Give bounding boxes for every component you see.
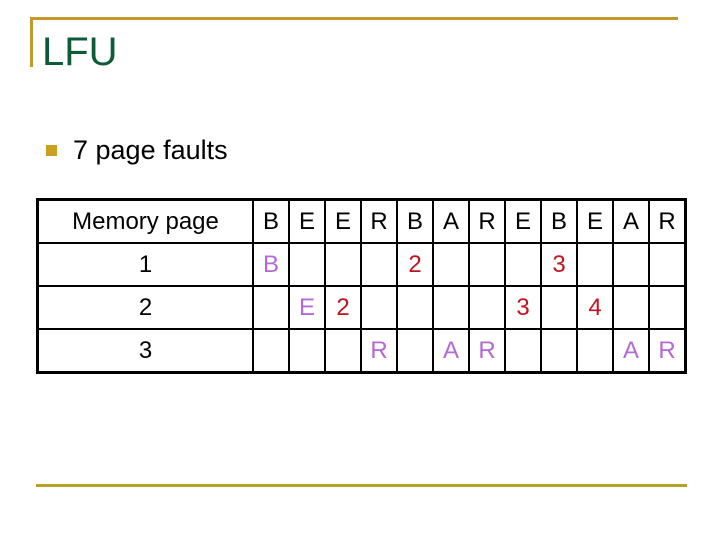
frame-label: 1 — [36, 242, 254, 287]
frame-cell — [612, 285, 650, 330]
frame-cell — [504, 328, 542, 374]
reference-cell: E — [504, 198, 542, 244]
reference-cell: E — [576, 198, 614, 244]
frame-cell — [648, 242, 687, 287]
frame-cell — [288, 328, 326, 374]
reference-cell: A — [432, 198, 470, 244]
frame-cell: R — [360, 328, 398, 374]
frame-cell: A — [612, 328, 650, 374]
frame-row: 1B 2 3 — [36, 242, 687, 287]
frame-cell — [360, 285, 398, 330]
reference-cell: R — [360, 198, 398, 244]
frame-cell — [432, 285, 470, 330]
frame-row: 2E2 34 — [36, 285, 687, 330]
bullet-item: 7 page faults — [46, 134, 228, 166]
frame-cell — [468, 242, 506, 287]
frame-cell — [396, 285, 434, 330]
frame-cell: A — [432, 328, 470, 374]
frame-cell — [504, 242, 542, 287]
frame-cell — [576, 242, 614, 287]
frame-cell: R — [468, 328, 506, 374]
title-top-rule — [30, 17, 678, 20]
frame-cell — [324, 328, 362, 374]
header-row: Memory page B E E R B A R E B E A R — [36, 198, 687, 244]
reference-cell: B — [396, 198, 434, 244]
reference-cell: E — [324, 198, 362, 244]
frame-cell — [612, 242, 650, 287]
footer-rule — [36, 484, 687, 487]
frame-cell: 3 — [540, 242, 578, 287]
frame-cell — [252, 328, 290, 374]
frame-cell — [576, 328, 614, 374]
reference-cell: R — [468, 198, 506, 244]
frame-cell — [360, 242, 398, 287]
slide-title: LFU — [42, 30, 118, 74]
frame-cell — [288, 242, 326, 287]
bullet-text: 7 page faults — [73, 134, 228, 165]
title-left-rule — [30, 17, 33, 67]
frame-cell — [252, 285, 290, 330]
frame-cell: 4 — [576, 285, 614, 330]
reference-cell: B — [540, 198, 578, 244]
header-label: Memory page — [36, 198, 254, 244]
square-bullet-icon — [46, 144, 57, 156]
frame-cell — [432, 242, 470, 287]
frame-cell — [540, 328, 578, 374]
frame-label: 3 — [36, 328, 254, 374]
frame-cell: 2 — [324, 285, 362, 330]
frame-cell: R — [648, 328, 687, 374]
lfu-table: Memory page B E E R B A R E B E A R 1 B 2 3 2 E 2 3 4 3 R A R A R — [36, 198, 687, 374]
reference-cell: E — [288, 198, 326, 244]
frame-cell: 2 — [396, 242, 434, 287]
frame-cell — [540, 285, 578, 330]
reference-cell: A — [612, 198, 650, 244]
frame-cell — [648, 285, 687, 330]
reference-cell: R — [648, 198, 687, 244]
frame-cell — [468, 285, 506, 330]
frame-cell: B — [252, 242, 290, 287]
frame-cell — [324, 242, 362, 287]
frame-cell: 3 — [504, 285, 542, 330]
reference-cell: B — [252, 198, 290, 244]
frame-label: 2 — [36, 285, 254, 330]
frame-row: 3RARAR — [36, 328, 687, 374]
frame-cell: E — [288, 285, 326, 330]
frame-cell — [396, 328, 434, 374]
